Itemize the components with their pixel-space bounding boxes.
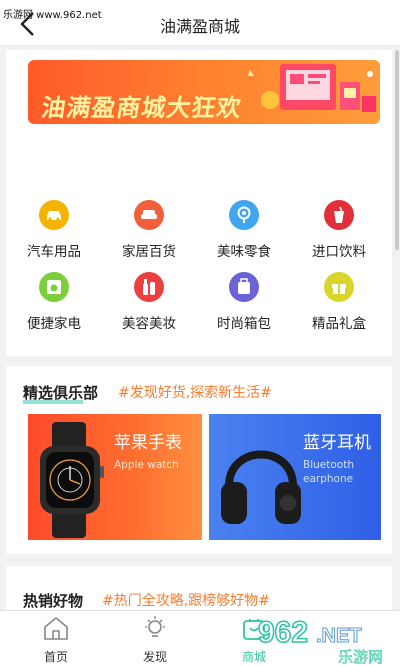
drink-icon bbox=[324, 200, 354, 230]
sofa-icon bbox=[134, 200, 164, 230]
gift-icon bbox=[324, 272, 354, 302]
home-icon bbox=[44, 616, 68, 640]
category-label: 时尚箱包 bbox=[217, 316, 271, 332]
lollipop-icon bbox=[229, 200, 259, 230]
promo-earphone-subtitle-line1: Bluetooth bbox=[303, 459, 354, 471]
logo-cn: 乐游网 bbox=[338, 648, 383, 664]
hot-title: 热销好物 bbox=[23, 592, 84, 610]
headphones-image bbox=[221, 450, 301, 524]
promo-bluetooth-earphone[interactable]: 蓝牙耳机 Bluetooth earphone bbox=[209, 414, 381, 540]
watermark-text: 乐游网 www.962.net bbox=[3, 10, 102, 21]
category-label: 便捷家电 bbox=[27, 316, 81, 332]
banner-decoration-image bbox=[248, 64, 376, 112]
category-home-goods[interactable]: 家居百货 bbox=[104, 200, 194, 260]
category-gift-box[interactable]: 精品礼盒 bbox=[294, 272, 384, 332]
tab-home[interactable]: 首页 bbox=[26, 615, 86, 665]
category-beauty[interactable]: 美容美妆 bbox=[104, 272, 194, 332]
category-car-supplies[interactable]: 汽车用品 bbox=[9, 200, 99, 260]
lightbulb-icon bbox=[145, 616, 165, 637]
category-label: 家居百货 bbox=[122, 244, 176, 260]
tab-discover-label: 发现 bbox=[142, 650, 167, 664]
promo-apple-watch[interactable]: 苹果手表 Apple watch bbox=[28, 414, 202, 540]
page: { "watermark": "乐游网 www.962.net", "heade… bbox=[0, 0, 400, 666]
category-luggage[interactable]: 时尚箱包 bbox=[199, 272, 289, 332]
promo-watch-title: 苹果手表 bbox=[114, 433, 182, 453]
category-snacks[interactable]: 美味零食 bbox=[199, 200, 289, 260]
banner-title: 油满盈商城大狂欢 bbox=[39, 94, 244, 122]
promo-earphone-title: 蓝牙耳机 bbox=[303, 433, 371, 453]
tab-discover[interactable]: 发现 bbox=[125, 615, 185, 665]
logo-main: 962 bbox=[258, 616, 308, 649]
club-title: 精选俱乐部 bbox=[23, 384, 99, 402]
club-section: 精选俱乐部 #发现好货,探索新生活# 苹果手表 Apple watch 蓝牙耳机… bbox=[6, 366, 392, 554]
car-icon bbox=[39, 200, 69, 230]
scrollbar[interactable] bbox=[395, 50, 399, 250]
category-label: 汽车用品 bbox=[27, 244, 81, 260]
promo-earphone-subtitle-line2: earphone bbox=[303, 473, 354, 485]
club-subtitle: #发现好货,探索新生活# bbox=[118, 385, 272, 401]
category-label: 美容美妆 bbox=[122, 316, 176, 332]
category-appliances[interactable]: 便捷家电 bbox=[9, 272, 99, 332]
promo-earphone-subtitle: Bluetooth earphone bbox=[303, 458, 354, 486]
category-label: 进口饮料 bbox=[312, 244, 366, 260]
cosmetics-icon bbox=[134, 272, 164, 302]
promo-watch-subtitle: Apple watch bbox=[114, 459, 179, 471]
category-label: 精品礼盒 bbox=[312, 316, 366, 332]
hot-subtitle: #热门全攻略,跟榜够好物# bbox=[102, 593, 270, 609]
apple-watch-image bbox=[40, 422, 104, 538]
logo-suffix: .NET bbox=[316, 625, 362, 647]
washer-icon bbox=[39, 272, 69, 302]
promo-banner[interactable]: 油满盈商城大狂欢 bbox=[28, 60, 380, 124]
top-card: 油满盈商城大狂欢 汽车用品 家居百货 美味零食 进口饮料 便捷家电 美容美妆 时… bbox=[6, 50, 392, 356]
tab-home-label: 首页 bbox=[43, 650, 68, 664]
category-imported-drinks[interactable]: 进口饮料 bbox=[294, 200, 384, 260]
category-label: 美味零食 bbox=[217, 244, 271, 260]
luggage-icon bbox=[229, 272, 259, 302]
site-logo-watermark: 962 .NET 乐游网 bbox=[257, 615, 383, 664]
